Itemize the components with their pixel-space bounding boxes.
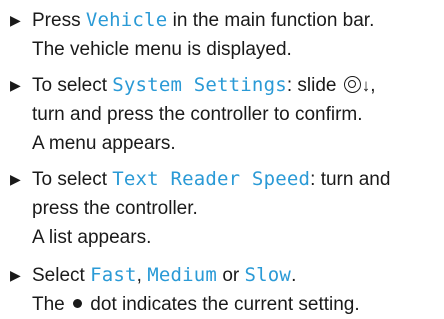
step-3-text-c: : turn and xyxy=(310,169,391,190)
ui-term-slow: Slow xyxy=(244,264,292,286)
play-triangle-icon: ▶ xyxy=(10,12,21,28)
step-4-text-a: Select xyxy=(32,265,91,286)
controller-icon xyxy=(343,76,361,93)
step-1-text-c: in the main function bar. xyxy=(167,10,375,31)
ui-term-system-settings: System Settings xyxy=(112,74,287,96)
step-2-instruction-line2: turn and press the controller to confirm… xyxy=(32,104,363,125)
step-1: ▶ Press Vehicle in the main function bar… xyxy=(8,6,440,64)
step-2-text-cont: , xyxy=(370,75,376,96)
play-triangle-icon: ▶ xyxy=(10,267,21,283)
arrow-down-icon: ↓ xyxy=(361,76,371,95)
step-3-instruction-line2: press the controller. xyxy=(32,198,198,219)
step-3-result: A list appears. xyxy=(32,227,152,248)
step-4-result-a: The xyxy=(32,294,71,315)
step-4-text-g: . xyxy=(291,265,297,286)
step-4-instruction: Select Fast, Medium or Slow. xyxy=(32,261,440,290)
play-triangle-icon: ▶ xyxy=(10,171,21,187)
step-4-result-b: dot indicates the current setting. xyxy=(85,294,360,315)
instruction-steps: ▶ Press Vehicle in the main function bar… xyxy=(8,6,440,319)
ui-term-vehicle: Vehicle xyxy=(85,9,168,31)
ui-term-text-reader-speed: Text Reader Speed xyxy=(112,168,311,190)
step-2-text-c: : slide xyxy=(286,75,342,96)
step-4-result: The dot indicates the current setting. xyxy=(32,290,440,319)
step-4: ▶ Select Fast, Medium or Slow. The dot i… xyxy=(8,261,440,319)
ui-term-medium: Medium xyxy=(147,264,218,286)
step-4-text-c: , xyxy=(136,265,148,286)
step-2-text-a: To select xyxy=(32,75,113,96)
ui-term-fast: Fast xyxy=(90,264,137,286)
step-3-text-a: To select xyxy=(32,169,113,190)
step-2: ▶ To select System Settings: slide ↓, tu… xyxy=(8,71,440,158)
step-3-instruction: To select Text Reader Speed: turn and xyxy=(32,165,440,194)
play-triangle-icon: ▶ xyxy=(10,77,21,93)
step-3: ▶ To select Text Reader Speed: turn and … xyxy=(8,165,440,252)
step-4-text-e: or xyxy=(217,265,245,286)
step-2-result: A menu appears. xyxy=(32,133,176,154)
filled-dot-icon xyxy=(73,299,83,308)
step-1-text-a: Press xyxy=(32,10,86,31)
step-1-result: The vehicle menu is displayed. xyxy=(32,39,292,60)
step-2-instruction: To select System Settings: slide ↓, xyxy=(32,71,440,100)
step-1-instruction: Press Vehicle in the main function bar. xyxy=(32,6,440,35)
